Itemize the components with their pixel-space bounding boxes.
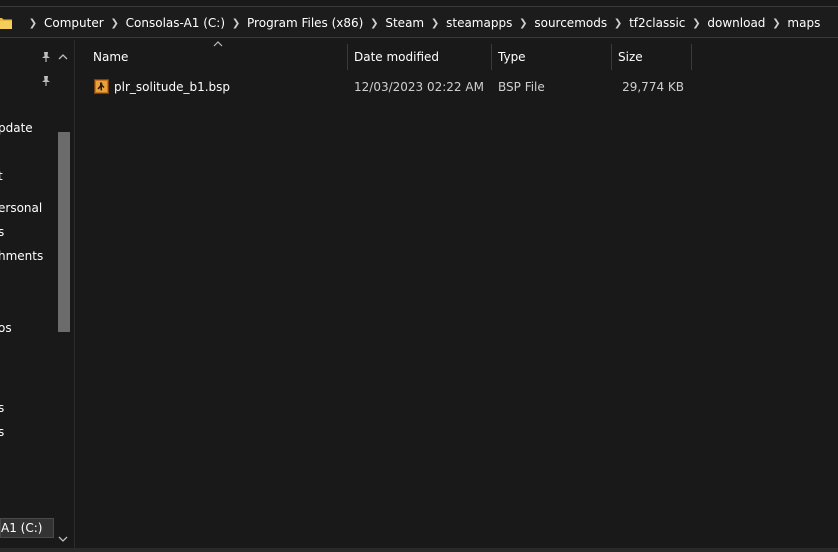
pin-icon[interactable] (40, 51, 52, 63)
column-header-date-modified[interactable]: Date modified (348, 44, 492, 70)
chevron-right-icon[interactable]: ❯ (429, 18, 441, 29)
breadcrumb-sourcemods[interactable]: sourcemods (534, 16, 607, 30)
nav-item-6[interactable]: os (0, 321, 12, 335)
chevron-right-icon[interactable]: ❯ (368, 18, 380, 29)
address-box[interactable]: ❯ Computer ❯ Consolas-A1 (C:) ❯ Program … (0, 6, 838, 38)
chevron-right-icon[interactable]: ❯ (612, 18, 624, 29)
file-name[interactable]: plr_solitude_b1.bsp (114, 76, 230, 98)
chevron-right-icon[interactable]: ❯ (109, 18, 121, 29)
column-header-type[interactable]: Type (492, 44, 612, 70)
file-type: BSP File (498, 80, 545, 94)
breadcrumb-download[interactable]: download (707, 16, 765, 30)
nav-item-4[interactable]: s (0, 225, 4, 239)
chevron-up-icon[interactable] (56, 50, 70, 64)
column-header-size[interactable]: Size (612, 44, 692, 70)
nav-item-2[interactable]: t (0, 169, 3, 183)
chevron-down-icon[interactable] (56, 532, 70, 546)
scrollbar-thumb[interactable] (58, 132, 70, 332)
nav-item-8[interactable]: s (0, 425, 4, 439)
breadcrumb-drive[interactable]: Consolas-A1 (C:) (126, 16, 225, 30)
nav-item-update[interactable]: pdate (0, 121, 33, 135)
address-bar: ❯ Computer ❯ Consolas-A1 (C:) ❯ Program … (0, 0, 838, 40)
column-header-row: Name Date modified Type Size (75, 41, 838, 70)
breadcrumb-steam[interactable]: Steam (385, 16, 424, 30)
chevron-right-icon[interactable]: ❯ (230, 18, 242, 29)
breadcrumb-steamapps[interactable]: steamapps (446, 16, 512, 30)
chevron-right-icon[interactable]: ❯ (517, 18, 529, 29)
table-row[interactable]: plr_solitude_b1.bsp 12/03/2023 02:22 AM … (75, 76, 838, 98)
breadcrumb-maps[interactable]: maps (787, 16, 820, 30)
status-strip (0, 548, 838, 552)
chevron-right-icon[interactable]: ❯ (690, 18, 702, 29)
chevron-right-icon[interactable]: ❯ (27, 18, 39, 29)
nav-item-personal[interactable]: ersonal (0, 201, 42, 215)
nav-scrollbar[interactable] (56, 46, 70, 546)
nav-item-7[interactable]: s (0, 401, 4, 415)
navigation-pane: pdate t ersonal s hments os s s A1 (C:) (0, 40, 74, 552)
breadcrumb-program-files[interactable]: Program Files (x86) (247, 16, 363, 30)
breadcrumb: ❯ Computer ❯ Consolas-A1 (C:) ❯ Program … (22, 7, 821, 39)
breadcrumb-computer[interactable]: Computer (44, 16, 104, 30)
file-date-modified: 12/03/2023 02:22 AM (354, 80, 484, 94)
file-size: 29,774 KB (622, 80, 684, 94)
bsp-file-icon (94, 79, 109, 94)
breadcrumb-tf2classic[interactable]: tf2classic (629, 16, 685, 30)
nav-item-attachments[interactable]: hments (0, 249, 43, 263)
pin-icon[interactable] (40, 75, 52, 87)
chevron-right-icon[interactable]: ❯ (770, 18, 782, 29)
nav-item-selected-drive[interactable]: A1 (C:) (0, 518, 54, 538)
column-header-name[interactable]: Name (87, 44, 348, 70)
file-list: Name Date modified Type Size plr_solitud… (75, 40, 838, 548)
folder-icon (0, 18, 12, 29)
